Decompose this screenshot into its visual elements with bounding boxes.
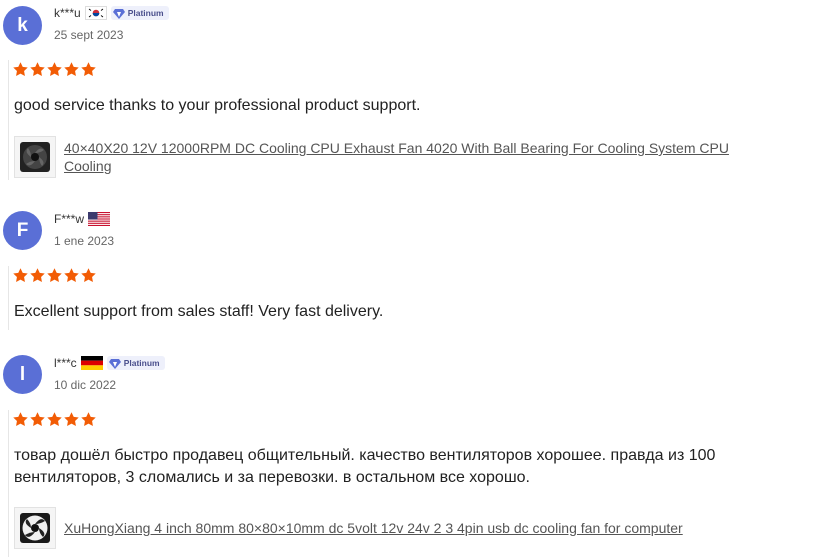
avatar: F — [3, 211, 42, 250]
product-reference[interactable]: XuHongXiang 4 inch 80mm 80×80×10mm dc 5v… — [14, 507, 764, 549]
star-icon — [81, 62, 96, 77]
product-thumbnail[interactable] — [14, 136, 56, 178]
star-icon — [30, 268, 45, 283]
diamond-icon — [108, 358, 121, 369]
diamond-icon — [112, 8, 125, 19]
reviewer-info: l***c Platinum — [54, 356, 165, 370]
fan-icon — [20, 513, 50, 543]
product-link[interactable]: XuHongXiang 4 inch 80mm 80×80×10mm dc 5v… — [64, 519, 764, 537]
star-icon — [81, 412, 96, 427]
south-korea-flag-icon — [84, 6, 107, 20]
star-icon — [64, 62, 79, 77]
star-rating — [12, 267, 97, 284]
badge-label: Platinum — [127, 8, 164, 18]
product-link[interactable]: 40×40X20 12V 12000RPM DC Cooling CPU Exh… — [64, 139, 764, 175]
badge-label: Platinum — [123, 358, 160, 368]
divider — [8, 60, 9, 180]
review-date: 1 ene 2023 — [54, 234, 115, 248]
review-text: товар дошёл быстро продавец общительный.… — [14, 447, 716, 486]
reviewer-info: F***w — [54, 212, 111, 226]
review-text: Excellent support from sales staff! Very… — [14, 303, 384, 320]
divider — [8, 410, 9, 557]
star-icon — [64, 412, 79, 427]
star-icon — [81, 268, 96, 283]
platinum-badge: Platinum — [110, 6, 169, 20]
star-icon — [30, 412, 45, 427]
reviewer-name: l***c — [54, 356, 77, 370]
review-date: 25 sept 2023 — [54, 28, 124, 42]
reviewer-name: F***w — [54, 212, 85, 226]
germany-flag-icon — [80, 356, 103, 370]
star-icon — [47, 412, 62, 427]
star-icon — [30, 62, 45, 77]
divider — [8, 266, 9, 330]
reviewer-info: k***u Platinum — [54, 6, 169, 20]
star-icon — [47, 268, 62, 283]
avatar: k — [3, 6, 42, 45]
star-rating — [12, 61, 97, 78]
review-text: good service thanks to your professional… — [14, 97, 421, 114]
usa-flag-icon — [88, 212, 111, 226]
product-thumbnail[interactable] — [14, 507, 56, 549]
platinum-badge: Platinum — [106, 356, 165, 370]
star-rating — [12, 411, 97, 428]
review-date: 10 dic 2022 — [54, 378, 117, 392]
star-icon — [13, 62, 28, 77]
reviewer-name: k***u — [54, 6, 81, 20]
star-icon — [13, 268, 28, 283]
star-icon — [47, 62, 62, 77]
fan-icon — [20, 142, 50, 172]
star-icon — [13, 412, 28, 427]
product-reference[interactable]: 40×40X20 12V 12000RPM DC Cooling CPU Exh… — [14, 136, 764, 178]
avatar: l — [3, 355, 42, 394]
star-icon — [64, 268, 79, 283]
